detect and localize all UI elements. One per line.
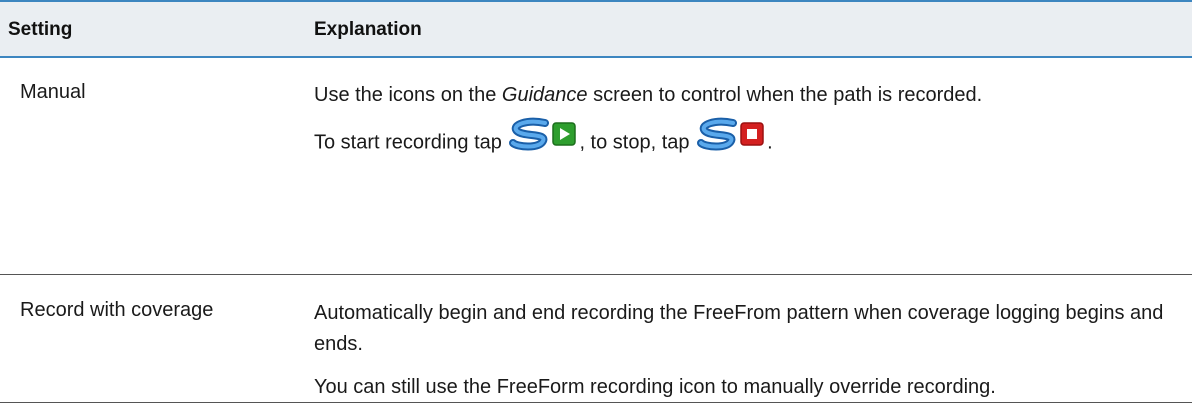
explanation-paragraph: To start recording tap , to stop, tap . (314, 117, 1164, 163)
table-row: Manual Use the icons on the Guidance scr… (0, 58, 1192, 275)
text-run: To start recording tap (314, 131, 508, 154)
explanation-paragraph: Use the icons on the Guidance screen to … (314, 80, 1164, 111)
freeform-record-start-icon (507, 117, 579, 163)
table-header: Setting Explanation (0, 0, 1192, 58)
explanation-record-with-coverage: Automatically begin and end recording th… (314, 298, 1164, 403)
header-explanation: Explanation (314, 19, 422, 40)
guidance-screen-name: Guidance (501, 84, 588, 106)
explanation-paragraph: Automatically begin and end recording th… (314, 302, 1164, 355)
explanation-paragraph: You can still use the FreeForm recording… (314, 376, 996, 398)
text-run: . (767, 131, 773, 154)
text-run: screen to control when the path is recor… (587, 84, 983, 106)
freeform-record-stop-icon (695, 117, 767, 163)
text-run: , to stop, tap (579, 131, 696, 154)
settings-table: Setting Explanation Manual Use the icons… (0, 0, 1192, 403)
setting-manual: Manual (20, 81, 86, 103)
explanation-manual: Use the icons on the Guidance screen to … (314, 80, 1164, 163)
table-row: Record with coverage Automatically begin… (0, 275, 1192, 403)
text-run: Use the icons on the (314, 84, 502, 106)
setting-record-with-coverage: Record with coverage (20, 299, 214, 321)
header-setting: Setting (8, 19, 73, 40)
